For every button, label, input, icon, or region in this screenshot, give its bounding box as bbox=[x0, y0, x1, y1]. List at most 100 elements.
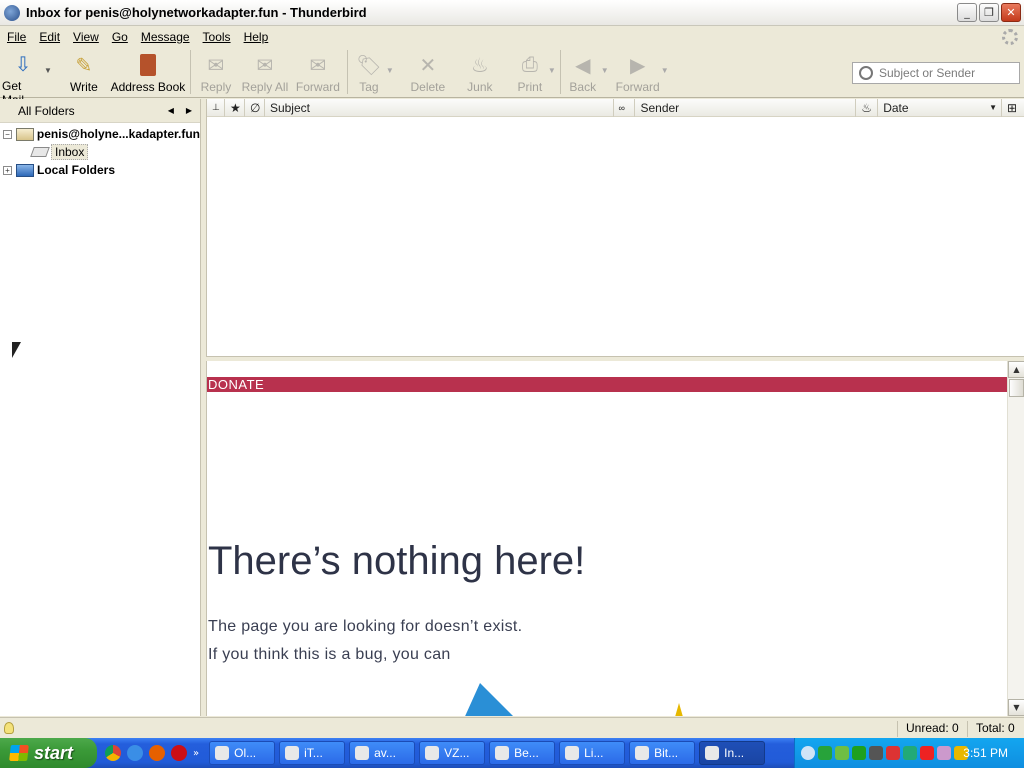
junk-button[interactable]: ♨ Junk bbox=[462, 48, 498, 96]
internet-explorer-icon[interactable] bbox=[127, 745, 143, 761]
date-column-header[interactable]: Date ▼ bbox=[878, 98, 1003, 117]
get-mail-icon: ⇩ bbox=[14, 54, 32, 76]
thread-column-icon[interactable]: ⊥ bbox=[207, 98, 225, 117]
chrome-icon[interactable] bbox=[105, 745, 121, 761]
close-button[interactable]: ✕ bbox=[1001, 3, 1021, 22]
firefox-icon[interactable] bbox=[149, 745, 165, 761]
folder-pane-header: All Folders ◀ ▶ bbox=[0, 99, 200, 123]
tray-app-icon[interactable] bbox=[869, 746, 883, 760]
task-label: In... bbox=[724, 746, 745, 760]
account-label: penis@holyne...kadapter.fun bbox=[36, 127, 200, 141]
next-folder-view-icon[interactable]: ▶ bbox=[186, 106, 192, 115]
scroll-down-icon[interactable]: ▼ bbox=[1008, 699, 1024, 716]
menu-edit[interactable]: Edit bbox=[32, 30, 66, 44]
junk-column-icon[interactable]: ♨ bbox=[856, 98, 879, 117]
attachment-column-icon[interactable]: ∅ bbox=[245, 98, 265, 117]
mouse-cursor-icon bbox=[12, 342, 21, 358]
task-button[interactable]: In... bbox=[699, 741, 766, 765]
printer-icon: ⎙ bbox=[521, 53, 538, 76]
donate-banner[interactable]: DONATE bbox=[207, 377, 1007, 392]
message-line-2: If you think this is a bug, you can bbox=[208, 646, 451, 663]
folder-local-folders[interactable]: + Local Folders bbox=[0, 161, 200, 179]
menu-bar: File Edit View Go Message Tools Help bbox=[0, 27, 1024, 47]
reply-button[interactable]: ✉ Reply bbox=[195, 48, 237, 96]
prev-folder-view-icon[interactable]: ◀ bbox=[168, 106, 174, 115]
reply-all-button[interactable]: ✉ Reply All bbox=[237, 48, 293, 96]
message-scrollbar[interactable]: ▲ ▼ bbox=[1007, 361, 1024, 716]
task-button[interactable]: Be... bbox=[489, 741, 556, 765]
itunes-icon bbox=[285, 746, 300, 760]
task-label: VZ... bbox=[444, 746, 470, 760]
subject-column-header[interactable]: Subject bbox=[265, 98, 614, 117]
toolbar-separator bbox=[559, 50, 561, 94]
tray-app-icon[interactable] bbox=[835, 746, 849, 760]
column-picker-icon[interactable]: ⊞ bbox=[1002, 99, 1024, 117]
print-dropdown-icon[interactable]: ▼ bbox=[548, 66, 556, 75]
opera-icon[interactable] bbox=[171, 745, 187, 761]
back-arrow-icon: ◀ bbox=[575, 54, 591, 77]
menu-go[interactable]: Go bbox=[105, 30, 134, 44]
message-line-1: The page you are looking for doesn’t exi… bbox=[208, 618, 523, 635]
task-button[interactable]: Ol... bbox=[209, 741, 276, 765]
forward-nav-button[interactable]: ▶ Forward bbox=[615, 48, 661, 96]
title-bar[interactable]: Inbox for penis@holynetworkadapter.fun -… bbox=[0, 0, 1024, 26]
expand-icon[interactable]: + bbox=[3, 165, 12, 175]
tag-icon: 🏷 bbox=[356, 54, 382, 77]
tray-app-icon[interactable] bbox=[903, 746, 917, 760]
scroll-up-icon[interactable]: ▲ bbox=[1008, 361, 1024, 378]
task-button[interactable]: VZ... bbox=[419, 741, 486, 765]
menu-file[interactable]: File bbox=[0, 30, 32, 44]
task-label: Li... bbox=[584, 746, 604, 760]
folder-account[interactable]: − penis@holyne...kadapter.fun bbox=[0, 125, 200, 143]
forward-button[interactable]: ✉ Forward bbox=[293, 48, 343, 96]
delete-icon: ✕ bbox=[419, 54, 437, 77]
get-mail-button[interactable]: ⇩ Get Mail bbox=[2, 48, 44, 107]
tag-button[interactable]: 🏷 Tag bbox=[352, 48, 386, 96]
tray-app-icon[interactable] bbox=[886, 746, 900, 760]
task-button[interactable]: av... bbox=[349, 741, 416, 765]
address-book-button[interactable]: Address Book bbox=[110, 48, 186, 96]
quick-search-box[interactable]: Subject or Sender bbox=[852, 62, 1020, 84]
task-button[interactable]: Li... bbox=[559, 741, 626, 765]
menu-message[interactable]: Message bbox=[134, 30, 196, 44]
menu-help[interactable]: Help bbox=[237, 30, 275, 44]
forward-nav-dropdown-icon[interactable]: ▼ bbox=[661, 66, 669, 75]
tray-app-icon[interactable] bbox=[937, 746, 951, 760]
task-button[interactable]: iT... bbox=[279, 741, 346, 765]
forward-nav-label: Forward bbox=[615, 80, 660, 94]
folder-pane: All Folders ◀ ▶ − penis@holyne...kadapte… bbox=[0, 99, 201, 716]
read-status-column-icon[interactable]: ∞ bbox=[614, 98, 636, 117]
reply-label: Reply bbox=[200, 80, 232, 94]
avast-icon bbox=[355, 746, 370, 760]
main-toolbar: ⇩ Get Mail ▼ ✎ Write Address Book ✉ Repl… bbox=[0, 48, 1024, 107]
task-button[interactable]: Bit... bbox=[629, 741, 696, 765]
tag-dropdown-icon[interactable]: ▼ bbox=[386, 66, 394, 75]
minimize-button[interactable]: _ bbox=[957, 3, 977, 22]
quick-launch-more-icon[interactable]: » bbox=[193, 748, 199, 759]
blue-illustration-shape bbox=[462, 683, 520, 716]
start-button[interactable]: start bbox=[0, 738, 97, 768]
restore-button[interactable]: ❐ bbox=[979, 3, 999, 22]
delete-button[interactable]: ✕ Delete bbox=[408, 48, 448, 96]
back-button[interactable]: ◀ Back bbox=[565, 48, 601, 96]
search-placeholder: Subject or Sender bbox=[879, 66, 976, 80]
tray-app-icon[interactable] bbox=[852, 746, 866, 760]
menu-view[interactable]: View bbox=[66, 30, 105, 44]
print-button[interactable]: ⎙ Print bbox=[512, 48, 548, 96]
sort-dropdown-icon: ▼ bbox=[989, 103, 998, 112]
tray-app-icon[interactable] bbox=[818, 746, 832, 760]
get-mail-dropdown-icon[interactable]: ▼ bbox=[44, 66, 52, 75]
scroll-thumb[interactable] bbox=[1009, 379, 1024, 397]
sender-column-header[interactable]: Sender bbox=[635, 98, 857, 117]
back-dropdown-icon[interactable]: ▼ bbox=[601, 66, 609, 75]
delete-label: Delete bbox=[410, 80, 446, 94]
menu-tools[interactable]: Tools bbox=[196, 30, 237, 44]
tray-app-icon[interactable] bbox=[920, 746, 934, 760]
write-button[interactable]: ✎ Write bbox=[66, 48, 102, 96]
star-column-icon[interactable]: ★ bbox=[225, 98, 245, 117]
junk-label: Junk bbox=[467, 80, 493, 94]
folder-inbox[interactable]: Inbox bbox=[0, 143, 200, 161]
collapse-icon[interactable]: − bbox=[3, 129, 12, 139]
pencil-icon: ✎ bbox=[75, 54, 93, 77]
tray-collapse-icon[interactable] bbox=[801, 746, 815, 760]
